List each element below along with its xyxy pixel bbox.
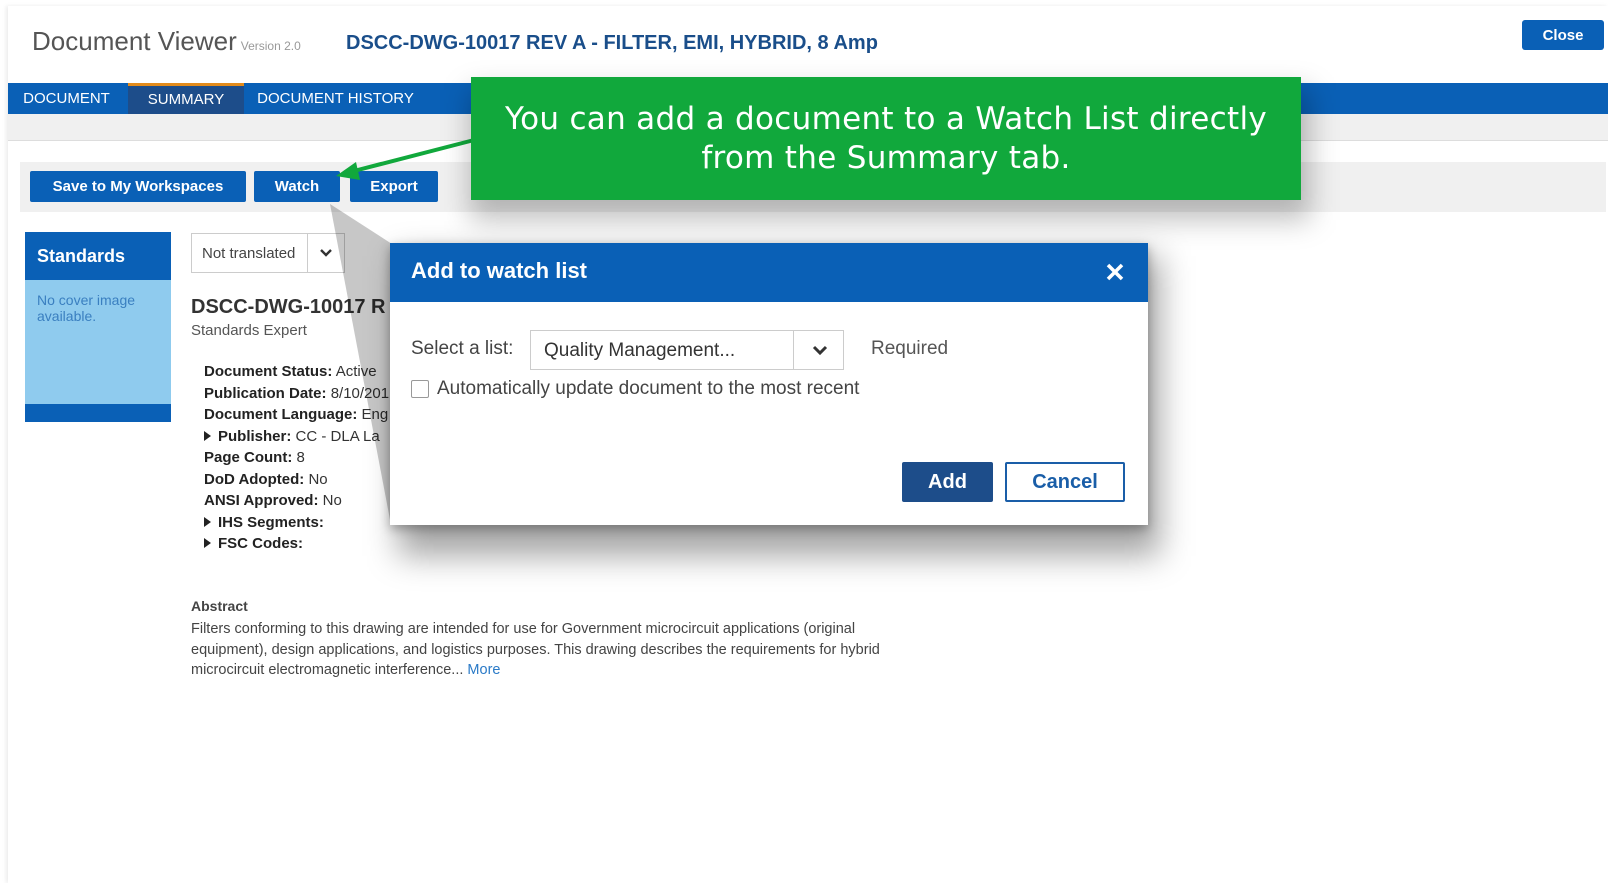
watch-list-value: Quality Management... xyxy=(544,340,736,361)
dialog-header: Add to watch list xyxy=(390,243,1148,302)
abstract-text: Filters conforming to this drawing are i… xyxy=(191,621,880,678)
tab-document-history[interactable]: DOCUMENT HISTORY xyxy=(248,83,423,114)
meta-row-dod-adopted: DoD Adopted: No xyxy=(204,470,328,488)
standards-heading: Standards xyxy=(25,232,171,280)
chevron-down-icon xyxy=(320,249,332,257)
more-link[interactable]: More xyxy=(467,662,500,678)
translation-select[interactable]: Not translated xyxy=(191,233,345,273)
cancel-button[interactable]: Cancel xyxy=(1005,462,1125,502)
meta-row-page-count: Page Count: 8 xyxy=(204,449,305,466)
auto-update-label: Automatically update document to the mos… xyxy=(437,378,860,399)
required-label: Required xyxy=(871,338,949,359)
add-to-watch-list-dialog: Add to watch list Select a list: Quality… xyxy=(390,243,1148,525)
meta-row-ihs-segments[interactable]: IHS Segments: xyxy=(204,512,389,534)
divider xyxy=(307,234,308,272)
document-title: DSCC-DWG-10017 REV A - FILTER, EMI, HYBR… xyxy=(346,32,878,54)
select-list-label: Select a list: xyxy=(411,338,514,359)
export-button[interactable]: Export xyxy=(350,171,438,202)
dialog-title: Add to watch list xyxy=(411,258,587,283)
app-name: Document Viewer xyxy=(32,26,237,56)
tutorial-callout: You can add a document to a Watch List d… xyxy=(471,77,1301,200)
expand-triangle-icon xyxy=(204,430,211,441)
meta-row-status: Document Status: Active xyxy=(204,363,377,380)
tab-document[interactable]: DOCUMENT xyxy=(8,83,125,114)
close-button[interactable]: Close xyxy=(1522,20,1604,50)
close-icon xyxy=(1106,263,1124,281)
meta-row-publication-date: Publication Date: 8/10/201 xyxy=(204,384,390,402)
meta-subtitle: Standards Expert xyxy=(191,322,307,339)
translation-value: Not translated xyxy=(202,245,296,262)
divider xyxy=(793,331,794,369)
chevron-down-icon xyxy=(812,345,828,356)
metadata-list: Document Status: Active Publication Date… xyxy=(204,361,389,555)
cover-placeholder: No cover image available. xyxy=(37,292,136,324)
save-to-workspaces-button[interactable]: Save to My Workspaces xyxy=(30,171,246,202)
watch-list-select[interactable]: Quality Management... xyxy=(530,330,844,370)
abstract-heading: Abstract xyxy=(191,598,248,614)
tab-summary[interactable]: SUMMARY xyxy=(128,83,244,114)
meta-title: DSCC-DWG-10017 R xyxy=(191,296,386,318)
meta-row-publisher[interactable]: Publisher: CC - DLA La xyxy=(204,426,389,448)
add-button[interactable]: Add xyxy=(902,462,993,502)
meta-row-fsc-codes[interactable]: FSC Codes: xyxy=(204,533,389,555)
standards-panel: Standards No cover image available. xyxy=(25,232,171,422)
app-title: Document Viewer Version 2.0 xyxy=(32,26,301,57)
close-dialog-button[interactable] xyxy=(1102,259,1128,285)
auto-update-checkbox[interactable] xyxy=(411,380,429,398)
watch-button[interactable]: Watch xyxy=(254,171,340,202)
meta-row-ansi-approved: ANSI Approved: No xyxy=(204,492,342,509)
meta-row-language: Document Language: Eng xyxy=(204,406,389,423)
expand-triangle-icon xyxy=(204,516,211,527)
app-version: Version 2.0 xyxy=(240,39,301,53)
expand-triangle-icon xyxy=(204,538,211,548)
standards-footer xyxy=(25,404,171,422)
